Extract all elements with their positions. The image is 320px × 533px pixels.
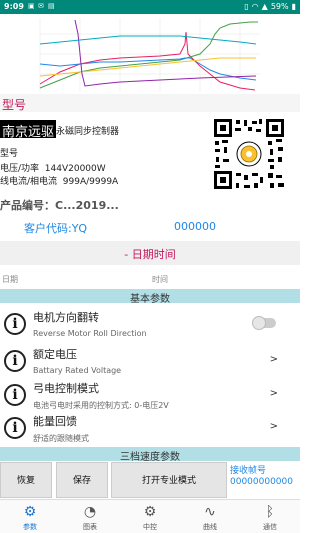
current-value: 999A/9999A [62, 177, 119, 187]
speed-params-header: 三档速度参数 [0, 447, 300, 463]
nav-label: 曲线 [203, 523, 217, 531]
nav-label: 参数 [23, 523, 37, 531]
voltage-label: 电压/功率 [0, 164, 40, 174]
recv-label: 接收帧号 [230, 466, 267, 476]
bluetooth-icon: ᛒ [265, 504, 275, 520]
gauge-icon: ◔ [83, 504, 97, 520]
gear-icon: ⚙ [23, 504, 37, 520]
info-icon: i [4, 350, 26, 372]
nav-item-communication[interactable]: ᛒ 通信 [240, 502, 300, 532]
customer-code: 客户代码:YQ [24, 222, 88, 235]
signal-icon: ▲ [261, 2, 268, 11]
param-title: 弓电控制模式 [33, 382, 99, 395]
brand-line: 南京远驱 永磁同步控制器 [0, 120, 200, 140]
voltage-value: 144V20000W [44, 164, 106, 174]
received-frame-counter: 接收帧号 00000000000 [230, 466, 293, 488]
chevron-right-icon[interactable]: > [270, 388, 278, 399]
model-label: 型号 [0, 149, 19, 159]
param-title: 额定电压 [33, 348, 77, 361]
nav-label: 中控 [143, 523, 157, 531]
battery-icon: ▮ [291, 2, 296, 11]
param-row-reverse-motor[interactable]: i 电机方向翻转 Reverse Motor Roll Direction [0, 305, 300, 345]
time-label: 时间 [152, 275, 168, 284]
qr-code-image [212, 117, 286, 191]
chevron-right-icon[interactable]: > [270, 354, 278, 365]
image-icon: ▤ [48, 2, 55, 10]
wave-icon: ∿ [204, 504, 216, 520]
date-label: 日期 [2, 275, 18, 284]
nav-label: 图表 [83, 523, 97, 531]
nav-item-charts[interactable]: ◔ 图表 [60, 502, 120, 532]
chart-svg [39, 18, 260, 92]
status-time: 9:09 [4, 2, 24, 11]
info-icon: i [4, 417, 26, 439]
status-bar: 9:09 ▣ ✉ ▤ ▯ ◠ ▲ 59% ▮ [0, 0, 300, 14]
brand-highlight: 南京远驱 [0, 120, 57, 140]
customer-code-value: 000000 [174, 220, 216, 233]
param-row-energy-feedback[interactable]: i 能量回馈 舒适的跟随模式 > [0, 409, 300, 449]
nav-item-curves[interactable]: ∿ 曲线 [180, 502, 240, 532]
voltage-power-line: 电压/功率 144V20000W [0, 161, 106, 174]
date-time-header[interactable]: - 日期时间 [0, 241, 300, 265]
chevron-right-icon[interactable]: > [270, 421, 278, 432]
param-subtitle: Battary Rated Voltage [33, 366, 122, 375]
brand-description: 永磁同步控制器 [56, 127, 120, 137]
chart-series-2 [39, 21, 258, 89]
vibrate-icon: ▯ [244, 2, 249, 11]
nav-item-params[interactable]: ⚙ 参数 [0, 502, 60, 532]
gear-icon: ⚙ [143, 504, 157, 520]
basic-params-header: 基本参数 [0, 289, 300, 305]
chart-series-6 [39, 35, 257, 45]
battery-label: 59% [270, 2, 289, 11]
param-title: 能量回馈 [33, 415, 77, 428]
info-icon: i [4, 313, 26, 335]
model-section-header: 型号 [0, 94, 300, 112]
param-subtitle: Reverse Motor Roll Direction [33, 329, 147, 338]
app-notification-icon: ▣ [28, 2, 35, 10]
nav-label: 通信 [263, 523, 277, 531]
product-number: 产品编号：C...2019... [0, 199, 119, 212]
save-button[interactable]: 保存 [56, 462, 108, 498]
restore-button[interactable]: 恢复 [0, 462, 52, 498]
live-chart [0, 14, 300, 94]
recv-value: 00000000000 [230, 477, 293, 487]
current-label: 线电流/相电流 [0, 177, 58, 187]
reverse-direction-toggle[interactable] [252, 316, 276, 330]
date-time-row: 日期 时间 [0, 272, 300, 286]
info-icon: i [4, 384, 26, 406]
nav-item-central-control[interactable]: ⚙ 中控 [120, 502, 180, 532]
param-subtitle: 舒适的跟随模式 [33, 434, 89, 443]
param-title: 电机方向翻转 [33, 311, 99, 324]
current-line: 线电流/相电流 999A/9999A [0, 174, 118, 187]
bottom-nav: ⚙ 参数 ◔ 图表 ⚙ 中控 ∿ 曲线 ᛒ 通信 [0, 499, 300, 533]
wifi-icon: ◠ [251, 2, 259, 11]
pro-mode-button[interactable]: 打开专业模式 [111, 462, 227, 498]
mail-icon: ✉ [38, 2, 44, 10]
toggle-knob [252, 316, 266, 330]
